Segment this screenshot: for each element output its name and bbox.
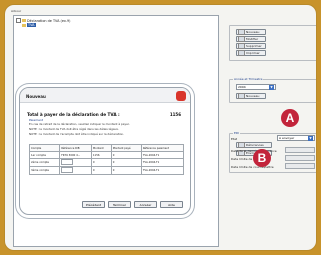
tree-selected-label: TVA: [27, 23, 36, 27]
new-button[interactable]: Nouveau: [236, 29, 266, 35]
right-panel: Nouveau Modifier Supprimer Imprimer Anné…: [227, 15, 316, 247]
annotation-a-badge: A: [281, 109, 299, 127]
col-pref: Référence paiement: [140, 144, 185, 152]
mail-deadline-field[interactable]: [285, 163, 315, 169]
cancel-button[interactable]: Annuler: [134, 201, 157, 208]
row-amount[interactable]: 0: [90, 166, 112, 175]
row-ref[interactable]: [59, 158, 92, 167]
row-ref[interactable]: FR76 3000 4...: [59, 151, 92, 159]
row-label: 2ème compte: [28, 158, 61, 167]
row-pref[interactable]: TVA-2004-T1: [140, 151, 185, 159]
edit-icon: [238, 36, 245, 42]
row-pref[interactable]: TVA-2004-T1: [140, 166, 185, 175]
annotation-b-badge: B: [253, 149, 271, 167]
app-window: Arbour Déclaration de TVA (ex.9) TVA Nou…: [4, 4, 317, 251]
info-line-2: NOTE : le montant de TVA doit être réglé…: [29, 127, 119, 131]
new-icon: [238, 29, 245, 35]
row-amount[interactable]: 0: [90, 158, 112, 167]
period-group: Année et Trimestre 2004 ▼ Nouveau: [229, 77, 316, 103]
col-paid: Montant payé: [110, 144, 142, 152]
edi-group-title: EDI: [233, 131, 241, 135]
ref-input[interactable]: [61, 159, 74, 165]
row-pref[interactable]: TVA-2004-T1: [140, 158, 185, 167]
row-label: 3ème compte: [28, 166, 61, 175]
col-compte: Compte: [28, 144, 61, 152]
col-ref: Référence RIB: [59, 144, 92, 152]
row-paid[interactable]: 0: [110, 158, 142, 167]
period-group-title: Année et Trimestre: [233, 77, 264, 81]
finish-button[interactable]: Terminer: [108, 201, 131, 208]
ref-input[interactable]: [61, 167, 74, 173]
payment-table: Compte Référence RIB Montant Montant pay…: [28, 144, 185, 175]
table-row: 2ème compte 0 0 TVA-2004-T1: [28, 158, 185, 167]
payment-dialog: Nouveau Total à payer de la déclaration …: [19, 87, 191, 215]
expand-icon[interactable]: [16, 18, 21, 23]
folder-icon: [22, 19, 26, 22]
delivrances-button[interactable]: Délivrances: [236, 142, 272, 148]
table-header-row: Compte Référence RIB Montant Montant pay…: [28, 144, 185, 152]
folder-icon: [22, 23, 26, 27]
chevron-down-icon[interactable]: ▼: [269, 84, 274, 90]
etat-label: Etat: [231, 137, 238, 141]
pdf-icon: [176, 91, 186, 101]
deposit-deadline-field[interactable]: [285, 155, 315, 161]
edit-button[interactable]: Modifier: [236, 36, 266, 42]
col-montant: Montant: [90, 144, 112, 152]
row-paid[interactable]: 0: [110, 166, 142, 175]
period-new-button[interactable]: Nouveau: [236, 93, 266, 99]
dialog-title: Nouveau: [26, 94, 46, 99]
etat-select[interactable]: A envoyer ▼: [277, 135, 315, 141]
info-line-1: En cas de retrait de la déclaration, veu…: [29, 122, 130, 126]
dialog-heading: Total à payer de la déclaration de TVA :: [27, 112, 120, 117]
tree-child-node[interactable]: TVA: [22, 23, 36, 27]
tree-root-label: Déclaration de TVA (ex.9): [27, 18, 71, 23]
new-icon: [238, 93, 245, 99]
mail-deadline-label: Date limite de courriel/lettre: [231, 165, 274, 169]
actions-group: Nouveau Modifier Supprimer Imprimer: [229, 25, 316, 61]
chevron-down-icon[interactable]: ▼: [308, 135, 313, 141]
row-amount[interactable]: 1156: [90, 151, 112, 159]
print-icon: [238, 50, 245, 56]
window-title: Arbour: [11, 9, 22, 13]
date-last-delivery-field[interactable]: [285, 147, 315, 153]
delete-icon: [238, 43, 245, 49]
row-ref[interactable]: [59, 166, 92, 175]
table-row: 1er compte FR76 3000 4... 1156 0 TVA-200…: [28, 151, 185, 159]
previous-button[interactable]: Précédent: [82, 201, 105, 208]
delivery-icon: [238, 142, 245, 148]
table-row: 3ème compte 0 0 TVA-2004-T1: [28, 166, 185, 175]
dialog-total: 1156: [169, 112, 181, 117]
info-line-3: NOTE : le montant de l'acompte doit être…: [29, 132, 125, 136]
help-button[interactable]: Aide: [160, 201, 183, 208]
delete-button[interactable]: Supprimer: [236, 43, 266, 49]
row-paid[interactable]: 0: [110, 151, 142, 159]
print-button[interactable]: Imprimer: [236, 50, 266, 56]
year-select[interactable]: 2004 ▼: [236, 84, 276, 90]
row-label: 1er compte: [28, 151, 61, 159]
